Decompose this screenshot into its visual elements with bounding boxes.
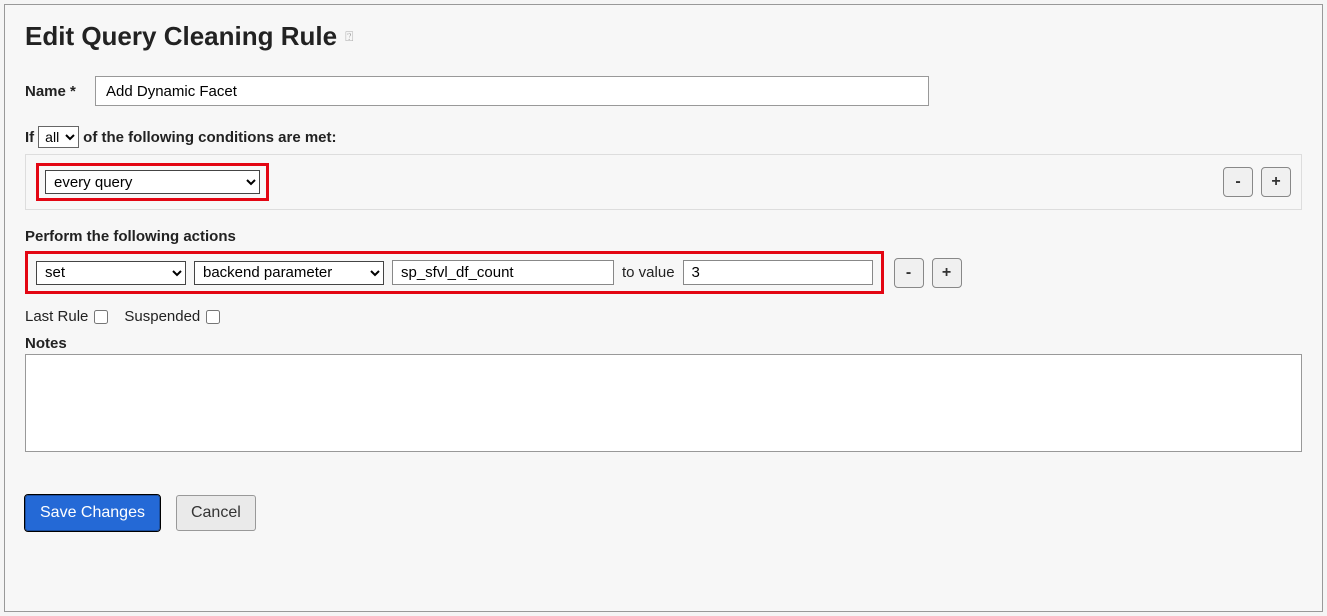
help-icon[interactable]: ⍰ xyxy=(345,28,353,45)
action-value-input[interactable] xyxy=(683,260,873,285)
condition-buttons: - + xyxy=(1223,167,1291,197)
action-buttons: - + xyxy=(894,258,962,288)
action-header: Perform the following actions xyxy=(25,228,1302,245)
condition-prefix: If xyxy=(25,129,34,146)
last-rule-checkbox[interactable] xyxy=(94,310,108,324)
name-row: Name * xyxy=(25,76,1302,106)
condition-match-select[interactable]: all xyxy=(38,126,79,148)
name-label: Name * xyxy=(25,83,85,100)
suspended-checkbox[interactable] xyxy=(206,310,220,324)
page-title: Edit Query Cleaning Rule ⍰ xyxy=(25,21,1302,52)
suspended-label-wrap: Suspended xyxy=(124,308,220,325)
action-verb-select[interactable]: set xyxy=(36,261,186,285)
flags-row: Last Rule Suspended xyxy=(25,308,1302,325)
remove-action-button[interactable]: - xyxy=(894,258,924,288)
edit-rule-panel: Edit Query Cleaning Rule ⍰ Name * If all… xyxy=(4,4,1323,612)
condition-suffix: of the following conditions are met: xyxy=(83,129,336,146)
action-highlight: set backend parameter to value xyxy=(25,251,884,294)
page-title-text: Edit Query Cleaning Rule xyxy=(25,21,337,52)
form-buttons: Save Changes Cancel xyxy=(25,495,1302,531)
add-action-button[interactable]: + xyxy=(932,258,962,288)
add-condition-button[interactable]: + xyxy=(1261,167,1291,197)
remove-condition-button[interactable]: - xyxy=(1223,167,1253,197)
cancel-button[interactable]: Cancel xyxy=(176,495,256,531)
save-button[interactable]: Save Changes xyxy=(25,495,160,531)
condition-highlight: every query xyxy=(36,163,269,201)
condition-type-select[interactable]: every query xyxy=(45,170,260,194)
last-rule-label: Last Rule xyxy=(25,308,88,325)
action-param-input[interactable] xyxy=(392,260,614,285)
condition-row: every query - + xyxy=(25,154,1302,210)
notes-label: Notes xyxy=(25,335,1302,352)
action-target-select[interactable]: backend parameter xyxy=(194,261,384,285)
condition-header: If all of the following conditions are m… xyxy=(25,126,1302,148)
notes-textarea[interactable] xyxy=(25,354,1302,452)
last-rule-label-wrap: Last Rule xyxy=(25,308,108,325)
name-input[interactable] xyxy=(95,76,929,106)
suspended-label: Suspended xyxy=(124,308,200,325)
to-value-label: to value xyxy=(622,264,675,281)
action-row: set backend parameter to value - + xyxy=(25,251,1302,294)
required-asterisk: * xyxy=(70,83,76,100)
